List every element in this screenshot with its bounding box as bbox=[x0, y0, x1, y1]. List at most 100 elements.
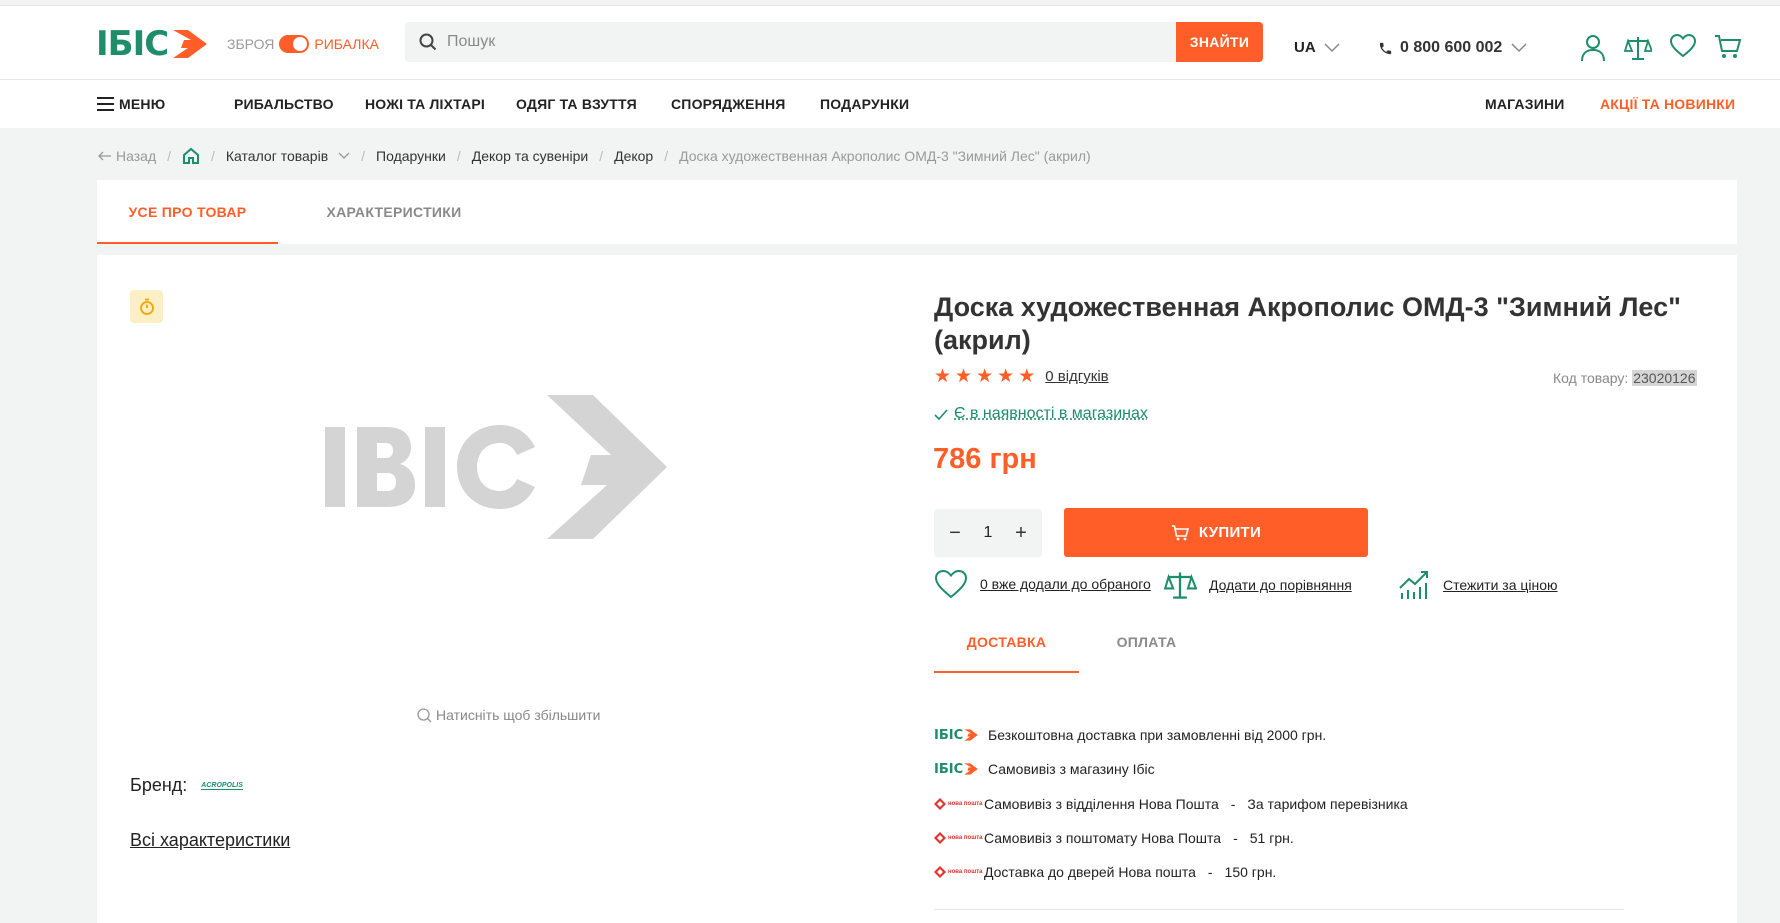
timer-badge bbox=[130, 290, 163, 323]
delivery-row-text: Самовивіз з поштомату Нова Пошта bbox=[984, 830, 1222, 846]
main-nav: МЕНЮ РИБАЛЬСТВО НОЖІ ТА ЛІХТАРІ ОДЯГ ТА … bbox=[0, 80, 1780, 128]
product-code-label: Код товару: bbox=[1553, 370, 1629, 386]
compare-scales-icon[interactable] bbox=[1624, 34, 1652, 62]
site-header: ІБІС ЗБРОЯ РИБАЛКА ЗНАЙТИ UA 0 800 600 0… bbox=[0, 6, 1780, 80]
home-icon[interactable] bbox=[182, 147, 200, 164]
phone-number: 0 800 600 002 bbox=[1400, 39, 1503, 56]
product-card: Натисніть щоб збільшити Бренд: ACROPOLIS… bbox=[97, 255, 1737, 923]
tab-payment[interactable]: ОПЛАТА bbox=[1079, 611, 1214, 673]
logo-text: ІБІС bbox=[96, 24, 169, 64]
delivery-row-price: За тарифом перевізника bbox=[1247, 796, 1408, 812]
mode-switch[interactable]: ЗБРОЯ РИБАЛКА bbox=[227, 35, 379, 53]
search-input[interactable] bbox=[447, 22, 1167, 62]
nav-item-knives[interactable]: НОЖІ ТА ЛІХТАРІ bbox=[365, 96, 485, 112]
qty-value[interactable]: 1 bbox=[984, 524, 993, 542]
quantity-stepper: − 1 + bbox=[934, 509, 1042, 557]
nav-item-promo[interactable]: АКЦІЇ ТА НОВИНКИ bbox=[1600, 96, 1735, 112]
delivery-row: нова пошта Доставка до дверей Нова пошта… bbox=[934, 864, 1276, 880]
nova-poshta-logo: нова пошта bbox=[934, 798, 984, 810]
menu-label: МЕНЮ bbox=[119, 96, 166, 112]
search-icon bbox=[419, 33, 437, 51]
delivery-row-text: Самовивіз з відділення Нова Пошта bbox=[984, 796, 1219, 812]
reviews-link[interactable]: 0 відгуків bbox=[1045, 368, 1108, 385]
ibis-mini-logo: ІБІС bbox=[934, 761, 988, 777]
tab-specs[interactable]: ХАРАКТЕРИСТИКИ bbox=[309, 180, 479, 244]
arrow-left-icon bbox=[98, 151, 111, 160]
nav-item-stores[interactable]: МАГАЗИНИ bbox=[1485, 96, 1565, 112]
mode-toggle[interactable] bbox=[279, 35, 310, 53]
breadcrumb-current: Доска художественная Акрополис ОМД-3 "Зи… bbox=[679, 147, 1091, 164]
chart-trend-icon bbox=[1399, 571, 1428, 599]
header-icons bbox=[1580, 34, 1742, 62]
price-track-label: Стежити за ціною bbox=[1443, 577, 1558, 593]
heart-icon bbox=[934, 569, 968, 599]
breadcrumb-catalog[interactable]: Каталог товарів bbox=[226, 148, 350, 164]
hamburger-icon bbox=[97, 97, 114, 111]
chevron-down-icon bbox=[1511, 43, 1527, 53]
product-code-value: 23020126 bbox=[1632, 370, 1697, 386]
compare-label: Додати до порівняння bbox=[1209, 577, 1352, 593]
product-code: Код товару: 23020126 bbox=[1553, 370, 1697, 386]
buy-label: КУПИТИ bbox=[1198, 524, 1262, 541]
mode-fishing-label[interactable]: РИБАЛКА bbox=[314, 36, 379, 52]
qty-decrease-button[interactable]: − bbox=[946, 522, 964, 545]
delivery-row-price: 150 грн. bbox=[1224, 864, 1277, 880]
logo-arrow-icon bbox=[173, 30, 208, 58]
price-track-action[interactable]: Стежити за ціною bbox=[1397, 569, 1558, 601]
star-icon: ★ bbox=[997, 366, 1015, 387]
breadcrumb-gifts[interactable]: Подарунки bbox=[376, 148, 446, 164]
nav-item-gifts[interactable]: ПОДАРУНКИ bbox=[820, 96, 909, 112]
star-icon: ★ bbox=[1018, 366, 1036, 387]
brand-logo[interactable]: ACROPOLIS bbox=[201, 782, 243, 790]
back-link[interactable]: Назад bbox=[98, 148, 156, 164]
language-select[interactable]: UA bbox=[1294, 39, 1340, 56]
breadcrumb-decor[interactable]: Декор bbox=[614, 148, 653, 164]
mode-weapons-label[interactable]: ЗБРОЯ bbox=[227, 36, 274, 52]
checkmark-icon bbox=[934, 408, 948, 420]
ibis-mini-logo: ІБІС bbox=[934, 727, 988, 743]
all-characteristics-link[interactable]: Всі характеристики bbox=[130, 830, 290, 851]
phone-icon bbox=[1379, 42, 1392, 54]
user-icon[interactable] bbox=[1580, 34, 1606, 62]
qty-increase-button[interactable]: + bbox=[1012, 522, 1030, 545]
ibis-logo[interactable]: ІБІС bbox=[96, 24, 210, 64]
search-button[interactable]: ЗНАЙТИ bbox=[1176, 22, 1263, 62]
chevron-down-icon bbox=[1324, 42, 1340, 52]
nav-item-equipment[interactable]: СПОРЯДЖЕННЯ bbox=[671, 96, 786, 112]
tab-delivery[interactable]: ДОСТАВКА bbox=[934, 611, 1079, 673]
nav-item-clothing[interactable]: ОДЯГ ТА ВЗУТТЯ bbox=[516, 96, 637, 112]
star-icon: ★ bbox=[976, 366, 994, 387]
star-icon: ★ bbox=[934, 366, 952, 387]
breadcrumb-decor-souvenirs[interactable]: Декор та сувеніри bbox=[472, 148, 588, 164]
compare-scales-icon bbox=[1163, 572, 1197, 599]
product-image-placeholder[interactable] bbox=[325, 395, 725, 545]
heart-icon[interactable] bbox=[1670, 34, 1696, 58]
nova-poshta-logo: нова пошта bbox=[934, 866, 984, 878]
buy-button[interactable]: КУПИТИ bbox=[1064, 508, 1368, 557]
phone-dropdown[interactable]: 0 800 600 002 bbox=[1378, 39, 1527, 57]
magnifier-icon bbox=[417, 707, 432, 722]
cart-icon bbox=[1171, 524, 1189, 540]
delivery-row: ІБІС Самовивіз з магазину Ібіс bbox=[934, 761, 1155, 777]
search-bar bbox=[405, 22, 1263, 62]
product-title: Доска художественная Акрополис ОМД-3 "Зи… bbox=[934, 292, 1681, 355]
zoom-hint-label: Натисніть щоб збільшити bbox=[436, 707, 601, 723]
back-label: Назад bbox=[116, 147, 157, 164]
stopwatch-icon bbox=[139, 298, 154, 315]
brand-row: Бренд: ACROPOLIS bbox=[130, 775, 243, 796]
cart-icon[interactable] bbox=[1714, 34, 1742, 60]
divider bbox=[934, 909, 1624, 910]
brand-label: Бренд: bbox=[130, 775, 188, 795]
tab-about[interactable]: УСЕ ПРО ТОВАР bbox=[97, 180, 278, 244]
breadcrumb: Назад / / Каталог товарів / Подарунки / … bbox=[98, 147, 1091, 164]
nova-poshta-logo: нова пошта bbox=[934, 832, 984, 844]
favorite-label: 0 вже додали до обраного bbox=[980, 576, 1151, 592]
delivery-row-text: Доставка до дверей Нова пошта bbox=[984, 864, 1196, 880]
stock-status[interactable]: Є в наявності в магазинах bbox=[934, 405, 1148, 423]
zoom-hint[interactable]: Натисніть щоб збільшити bbox=[417, 707, 600, 723]
nav-item-fishing[interactable]: РИБАЛЬСТВО bbox=[234, 96, 334, 112]
compare-action[interactable]: Додати до порівняння bbox=[1163, 569, 1352, 601]
stock-label: Є в наявності в магазинах bbox=[954, 405, 1148, 422]
menu-button[interactable]: МЕНЮ bbox=[97, 96, 165, 112]
favorite-action[interactable]: 0 вже додали до обраного bbox=[934, 569, 1151, 599]
